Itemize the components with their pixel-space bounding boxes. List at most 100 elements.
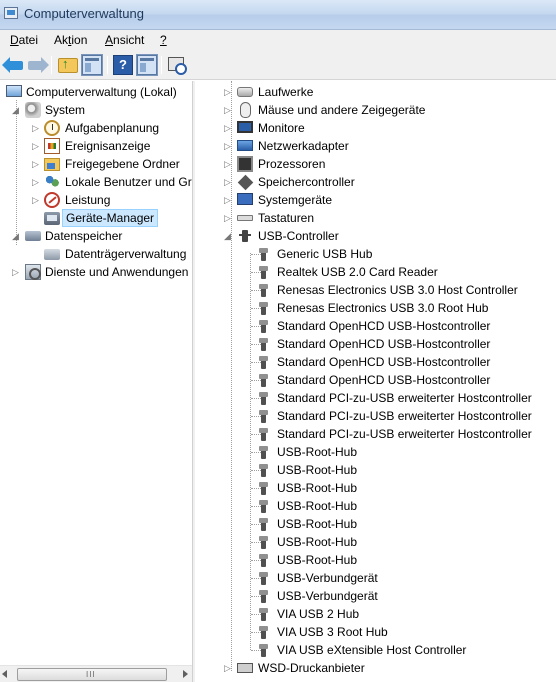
usb-device-item[interactable]: USB-Root-Hub (195, 533, 556, 551)
show-action-pane-icon[interactable] (136, 54, 158, 76)
usb-device-label: USB-Verbundgerät (277, 589, 378, 603)
tree-item-dienste[interactable]: ▷ Dienste und Anwendungen (0, 263, 192, 281)
menu-help[interactable]: ? (160, 33, 167, 47)
category-wsd-druckanbieter[interactable]: ▷ WSD-Druckanbieter (195, 659, 556, 677)
usb-device-item[interactable]: Standard PCI-zu-USB erweiterter Hostcont… (195, 425, 556, 443)
usb-device-item[interactable]: Standard OpenHCD USB-Hostcontroller (195, 335, 556, 353)
usb-device-item[interactable]: VIA USB 2 Hub (195, 605, 556, 623)
usb-device-icon (259, 284, 268, 297)
tree-item-lokale-benutzer[interactable]: ▷ Lokale Benutzer und Gr (0, 173, 192, 191)
usb-device-item[interactable]: Standard PCI-zu-USB erweiterter Hostcont… (195, 389, 556, 407)
usb-device-label: VIA USB 3 Root Hub (277, 625, 388, 639)
expand-triangle-icon[interactable]: ▷ (224, 659, 234, 677)
usb-device-item[interactable]: Standard PCI-zu-USB erweiterter Hostcont… (195, 407, 556, 425)
tree-item-system[interactable]: ◢ System (0, 101, 192, 119)
category-speichercontroller[interactable]: ▷ Speichercontroller (195, 173, 556, 191)
category-systemgeraete[interactable]: ▷ Systemgeräte (195, 191, 556, 209)
category-monitore[interactable]: ▷ Monitore (195, 119, 556, 137)
usb-device-item[interactable]: USB-Verbundgerät (195, 587, 556, 605)
tree-connector (251, 416, 261, 417)
usb-device-label: Realtek USB 2.0 Card Reader (277, 265, 438, 279)
expand-triangle-icon[interactable]: ▷ (224, 119, 234, 137)
category-laufwerke[interactable]: ▷ Laufwerke (195, 83, 556, 101)
tree-connector (251, 434, 261, 435)
collapse-triangle-icon[interactable]: ◢ (12, 227, 22, 245)
usb-device-item[interactable]: VIA USB eXtensible Host Controller (195, 641, 556, 659)
usb-device-icon (259, 356, 268, 369)
usb-device-item[interactable]: Standard OpenHCD USB-Hostcontroller (195, 371, 556, 389)
disk-management-icon (44, 249, 60, 260)
menu-datei[interactable]: Datei (10, 33, 38, 47)
usb-device-icon (259, 590, 268, 603)
scrollbar-thumb[interactable]: III (17, 668, 167, 681)
show-console-tree-icon[interactable] (81, 54, 103, 76)
scroll-left-icon[interactable] (2, 670, 7, 678)
usb-device-item[interactable]: USB-Root-Hub (195, 551, 556, 569)
usb-device-icon (259, 392, 268, 405)
category-tastaturen[interactable]: ▷ Tastaturen (195, 209, 556, 227)
usb-device-label: Standard PCI-zu-USB erweiterter Hostcont… (277, 391, 532, 405)
usb-device-item[interactable]: USB-Root-Hub (195, 515, 556, 533)
up-folder-icon[interactable] (58, 56, 78, 73)
expand-triangle-icon[interactable]: ▷ (224, 173, 234, 191)
forward-arrow-icon[interactable] (26, 55, 49, 75)
help-icon[interactable]: ? (113, 55, 133, 75)
usb-device-item[interactable]: Standard OpenHCD USB-Hostcontroller (195, 353, 556, 371)
usb-device-item[interactable]: VIA USB 3 Root Hub (195, 623, 556, 641)
expand-triangle-icon[interactable]: ▷ (224, 209, 234, 227)
expand-triangle-icon[interactable]: ▷ (32, 137, 42, 155)
collapse-triangle-icon[interactable]: ◢ (224, 227, 234, 245)
expand-triangle-icon[interactable]: ▷ (224, 83, 234, 101)
usb-device-item[interactable]: USB-Verbundgerät (195, 569, 556, 587)
horizontal-scrollbar[interactable]: III (0, 665, 192, 682)
usb-device-item[interactable]: USB-Root-Hub (195, 479, 556, 497)
usb-device-icon (259, 374, 268, 387)
menu-aktion[interactable]: Aktion (54, 33, 87, 47)
usb-device-icon (259, 482, 268, 495)
menu-ansicht[interactable]: Ansicht (105, 33, 144, 47)
tree-connector (251, 272, 261, 273)
expand-triangle-icon[interactable]: ▷ (32, 155, 42, 173)
tree-item-root[interactable]: Computerverwaltung (Lokal) (0, 83, 192, 101)
printer-icon (237, 663, 253, 673)
tree-item-freigegebene-ordner[interactable]: ▷ Freigegebene Ordner (0, 155, 192, 173)
expand-triangle-icon[interactable]: ▷ (224, 191, 234, 209)
expand-triangle-icon[interactable]: ▷ (32, 173, 42, 191)
tree-item-datenspeicher[interactable]: ◢ Datenspeicher (0, 227, 192, 245)
usb-device-item[interactable]: USB-Root-Hub (195, 443, 556, 461)
event-viewer-icon (44, 138, 60, 154)
usb-device-item[interactable]: USB-Root-Hub (195, 497, 556, 515)
usb-device-item[interactable]: Renesas Electronics USB 3.0 Host Control… (195, 281, 556, 299)
usb-device-item[interactable]: Generic USB Hub (195, 245, 556, 263)
tree-connector (251, 290, 261, 291)
usb-device-label: USB-Root-Hub (277, 481, 358, 495)
usb-device-icon (259, 464, 268, 477)
usb-device-label: Standard PCI-zu-USB erweiterter Hostcont… (277, 409, 532, 423)
expand-triangle-icon[interactable]: ▷ (224, 155, 234, 173)
category-prozessoren[interactable]: ▷ Prozessoren (195, 155, 556, 173)
tree-item-ereignisanzeige[interactable]: ▷ Ereignisanzeige (0, 137, 192, 155)
usb-device-item[interactable]: Realtek USB 2.0 Card Reader (195, 263, 556, 281)
expand-triangle-icon[interactable]: ▷ (32, 119, 42, 137)
expand-triangle-icon[interactable]: ▷ (12, 263, 22, 281)
tree-item-leistung[interactable]: ▷ Leistung (0, 191, 192, 209)
tree-connector (251, 326, 261, 327)
tree-item-datentraegerverwaltung[interactable]: Datenträgerverwaltung (0, 245, 192, 263)
usb-device-item[interactable]: Renesas Electronics USB 3.0 Root Hub (195, 299, 556, 317)
tree-item-geraete-manager[interactable]: Geräte-Manager (0, 209, 192, 227)
usb-device-item[interactable]: Standard OpenHCD USB-Hostcontroller (195, 317, 556, 335)
category-maeuse[interactable]: ▷ Mäuse und andere Zeigegeräte (195, 101, 556, 119)
expand-triangle-icon[interactable]: ▷ (32, 191, 42, 209)
usb-device-item[interactable]: USB-Root-Hub (195, 461, 556, 479)
scroll-right-icon[interactable] (183, 670, 188, 678)
computer-icon (6, 85, 22, 97)
expand-triangle-icon[interactable]: ▷ (224, 137, 234, 155)
category-usb-controller[interactable]: ◢ USB-Controller (195, 227, 556, 245)
expand-triangle-icon[interactable]: ▷ (224, 101, 234, 119)
usb-device-label: USB-Root-Hub (277, 535, 358, 549)
back-arrow-icon[interactable] (2, 55, 25, 75)
collapse-triangle-icon[interactable]: ◢ (12, 101, 22, 119)
category-netzwerkadapter[interactable]: ▷ Netzwerkadapter (195, 137, 556, 155)
tree-item-aufgabenplanung[interactable]: ▷ Aufgabenplanung (0, 119, 192, 137)
scan-hardware-icon[interactable] (166, 55, 187, 75)
